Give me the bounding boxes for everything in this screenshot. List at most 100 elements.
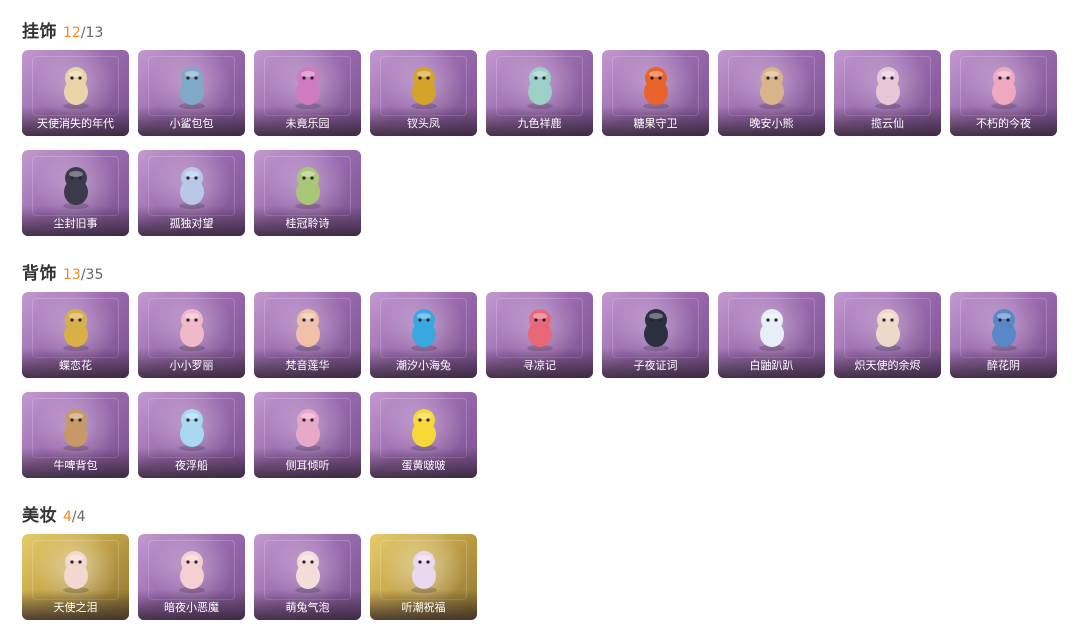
pumpkin-lantern-icon <box>636 62 676 110</box>
item-card[interactable]: 子夜证词 <box>602 292 709 378</box>
item-label: 未竟乐园 <box>285 117 330 130</box>
item-label: 夜浮船 <box>175 459 208 472</box>
lily-branch-icon <box>288 404 328 452</box>
item-card[interactable]: 尘封旧事 <box>22 150 129 236</box>
halo-face-icon <box>56 546 96 594</box>
item-card[interactable]: 夜浮船 <box>138 392 245 478</box>
item-card[interactable]: 天使消失的年代 <box>22 50 129 136</box>
item-card[interactable]: 揽云仙 <box>834 50 941 136</box>
fairy-figure-icon <box>288 62 328 110</box>
back-accessory-grid: 蝶恋花 小小罗丽 梵音莲华 潮汐小海兔 寻凉记 子夜证词 白鼬趴趴 炽天使的余烬 醉花阴牛啤背包… <box>22 292 1057 478</box>
item-label: 白鼬趴趴 <box>749 359 794 372</box>
total-count: /4 <box>71 509 86 525</box>
item-label: 晚安小熊 <box>749 117 794 130</box>
lotus-girl-icon <box>288 304 328 352</box>
item-card[interactable]: 晚安小熊 <box>718 50 825 136</box>
item-label: 侧耳倾听 <box>285 459 330 472</box>
item-label: 梵音莲华 <box>285 359 330 372</box>
section-title: 挂饰 <box>22 22 57 42</box>
item-card[interactable]: 潮汐小海兔 <box>370 292 477 378</box>
item-card[interactable]: 钗头凤 <box>370 50 477 136</box>
owned-count: 4 <box>63 509 72 525</box>
owned-count: 13 <box>63 267 81 283</box>
item-card[interactable]: 孤独对望 <box>138 150 245 236</box>
item-label: 暗夜小恶魔 <box>164 601 219 614</box>
makeup-grid: 天使之泪 暗夜小恶魔 萌兔气泡 听潮祝福 <box>22 534 1057 620</box>
item-card[interactable]: 萌兔气泡 <box>254 534 361 620</box>
wave-blessing-face-icon <box>404 546 444 594</box>
item-label: 孤独对望 <box>169 217 214 230</box>
section-header-makeup: 美妆 4/4 <box>22 501 86 526</box>
shark-bag-icon <box>172 62 212 110</box>
item-label: 糖果守卫 <box>633 117 678 130</box>
item-label: 寻凉记 <box>523 359 556 372</box>
item-label: 潮汐小海兔 <box>396 359 451 372</box>
jellyfish-icon <box>172 404 212 452</box>
deer-charm-icon <box>520 62 560 110</box>
item-label: 揽云仙 <box>871 117 904 130</box>
laurel-doll-icon <box>288 162 328 210</box>
item-card[interactable]: 炽天使的余烬 <box>834 292 941 378</box>
devil-horns-face-icon <box>172 546 212 594</box>
item-card[interactable]: 梵音莲华 <box>254 292 361 378</box>
item-label: 牛啤背包 <box>53 459 98 472</box>
collection-page: 挂饰 12/13 天使消失的年代 小鲨包包 未竟乐园 钗头凤 九色祥鹿 糖果守卫 晚安小熊 揽… <box>0 0 1080 624</box>
total-count: /13 <box>80 25 104 41</box>
item-label: 蝶恋花 <box>59 359 92 372</box>
item-label: 听潮祝福 <box>401 601 446 614</box>
item-card[interactable]: 桂冠聆诗 <box>254 150 361 236</box>
phoenix-hairpin-icon <box>404 62 444 110</box>
item-card[interactable]: 白鼬趴趴 <box>718 292 825 378</box>
item-label: 萌兔气泡 <box>285 601 330 614</box>
item-label: 醉花阴 <box>987 359 1020 372</box>
golden-lantern-icon <box>56 304 96 352</box>
owl-detective-icon <box>636 304 676 352</box>
section-title: 背饰 <box>22 264 57 284</box>
item-label: 尘封旧事 <box>53 217 98 230</box>
item-card[interactable]: 不朽的今夜 <box>950 50 1057 136</box>
item-card[interactable]: 侧耳倾听 <box>254 392 361 478</box>
section-title: 美妆 <box>22 506 57 526</box>
item-card[interactable]: 醉花阴 <box>950 292 1057 378</box>
owned-count: 12 <box>63 25 81 41</box>
item-label: 子夜证词 <box>633 359 678 372</box>
section-header-back-accessories: 背饰 13/35 <box>22 259 103 284</box>
item-card[interactable]: 未竟乐园 <box>254 50 361 136</box>
item-label: 不朽的今夜 <box>976 117 1031 130</box>
egg-chick-icon <box>404 404 444 452</box>
item-label: 小鲨包包 <box>169 117 214 130</box>
item-card[interactable]: 牛啤背包 <box>22 392 129 478</box>
pendant-grid: 天使消失的年代 小鲨包包 未竟乐园 钗头凤 九色祥鹿 糖果守卫 晚安小熊 揽云仙 不朽的今夜尘封… <box>22 50 1057 236</box>
item-card[interactable]: 听潮祝福 <box>370 534 477 620</box>
blue-doll-icon <box>172 162 212 210</box>
item-card[interactable]: 蝶恋花 <box>22 292 129 378</box>
lolita-doll-icon <box>172 304 212 352</box>
item-label: 桂冠聆诗 <box>285 217 330 230</box>
total-count: /35 <box>80 267 104 283</box>
item-card[interactable]: 糖果守卫 <box>602 50 709 136</box>
collection-count: 13/35 <box>63 267 103 283</box>
collection-count: 4/4 <box>63 509 86 525</box>
item-label: 天使消失的年代 <box>37 117 114 130</box>
item-card[interactable]: 蛋黄啵啵 <box>370 392 477 478</box>
collection-count: 12/13 <box>63 25 103 41</box>
item-label: 炽天使的余烬 <box>854 359 921 372</box>
crowned-boy-icon <box>56 162 96 210</box>
item-label: 小小罗丽 <box>169 359 214 372</box>
item-card[interactable]: 暗夜小恶魔 <box>138 534 245 620</box>
item-card[interactable]: 天使之泪 <box>22 534 129 620</box>
item-card[interactable]: 小鲨包包 <box>138 50 245 136</box>
sunhat-bear-icon <box>520 304 560 352</box>
section-header-pendants: 挂饰 12/13 <box>22 17 103 42</box>
flower-wreath-icon <box>984 304 1024 352</box>
teddy-bear-icon <box>752 62 792 110</box>
item-card[interactable]: 九色祥鹿 <box>486 50 593 136</box>
item-label: 九色祥鹿 <box>517 117 562 130</box>
item-label: 天使之泪 <box>53 601 98 614</box>
item-card[interactable]: 寻凉记 <box>486 292 593 378</box>
cloud-fairy-icon <box>868 62 908 110</box>
item-card[interactable]: 小小罗丽 <box>138 292 245 378</box>
cow-barrel-icon <box>56 404 96 452</box>
seraph-doll-icon <box>868 304 908 352</box>
cat-cake-icon <box>984 62 1024 110</box>
